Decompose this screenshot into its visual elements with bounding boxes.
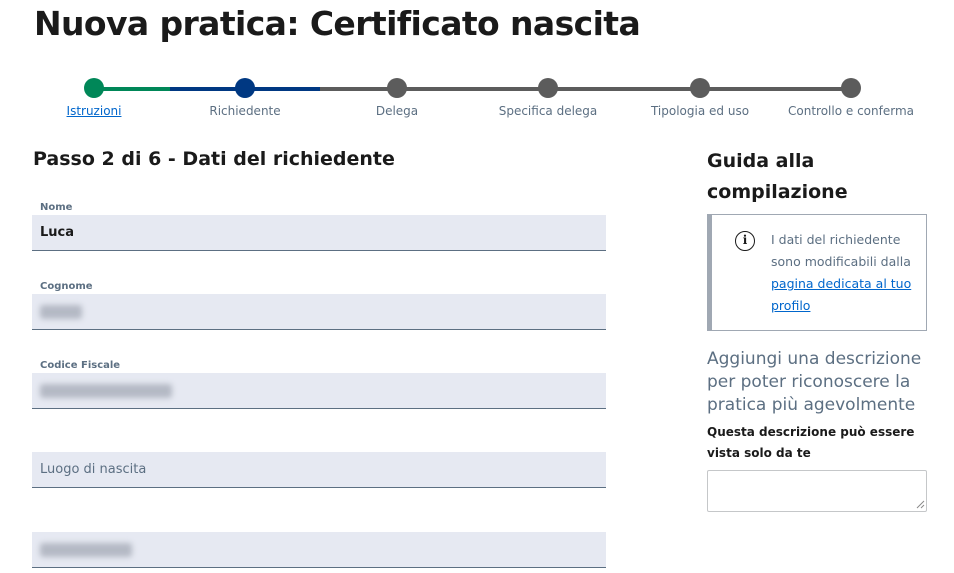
cognome-input[interactable] [32, 294, 606, 330]
description-hint: Questa descrizione può essere vista solo… [707, 425, 915, 460]
luogo-di-nascita-field: Luogo di nascita [32, 438, 606, 488]
field-label [32, 518, 606, 532]
step-dot-richiedente [235, 78, 255, 98]
step-label-specifica-delega: Specifica delega [498, 104, 598, 118]
field-value: Luca [40, 225, 75, 240]
callout-message: I dati del richiedente sono modificabili… [771, 232, 911, 269]
guide-title: Guida alla compilazione [707, 150, 848, 203]
step-label-delega: Delega [375, 104, 419, 118]
step-dot-tipologia-ed-uso [690, 78, 710, 98]
field-label: Cognome [40, 281, 93, 292]
page-title: Nuova pratica: Certificato nascita [34, 4, 641, 43]
redacted-value [40, 304, 82, 319]
description-title: Aggiungi una descrizione per poter ricon… [707, 349, 922, 415]
field-label: Nome [40, 202, 73, 213]
step-dot-delega [387, 78, 407, 98]
step-label-richiedente: Richiedente [209, 104, 281, 118]
step-dot-controllo-e-conferma [841, 78, 861, 98]
redacted-value [40, 383, 172, 398]
nome-field: Nome Luca [32, 201, 606, 251]
profile-link[interactable]: pagina dedicata al tuo profilo [771, 276, 911, 313]
description-textarea[interactable] [707, 470, 927, 512]
nome-input[interactable]: Luca [32, 215, 606, 251]
luogo-di-nascita-input[interactable]: Luogo di nascita [32, 452, 606, 488]
step-dot-specifica-delega [538, 78, 558, 98]
cognome-field: Cognome [32, 280, 606, 330]
field-label: Codice Fiscale [40, 360, 121, 371]
redacted-value [40, 542, 132, 557]
codice-fiscale-input[interactable] [32, 373, 606, 409]
info-callout: i I dati del richiedente sono modificabi… [707, 214, 927, 331]
step-label-istruzioni[interactable]: Istruzioni [67, 104, 122, 118]
resize-grip-icon[interactable] [916, 500, 925, 509]
step-connector-1 [94, 87, 170, 91]
redacted-field [32, 518, 606, 568]
step-label-controllo-e-conferma: Controllo e conferma [788, 104, 914, 118]
step-dot-istruzioni[interactable] [84, 78, 104, 98]
progress-stepper: Istruzioni Richiedente Delega Specifica … [0, 75, 954, 125]
codice-fiscale-field: Codice Fiscale [32, 359, 606, 409]
field-placeholder: Luogo di nascita [40, 462, 147, 477]
callout-text: I dati del richiedente sono modificabili… [771, 229, 921, 317]
redacted-input[interactable] [32, 532, 606, 568]
field-label [32, 438, 606, 452]
step-label-tipologia-ed-uso: Tipologia ed uso [650, 104, 750, 118]
info-icon: i [735, 231, 755, 251]
section-title: Passo 2 di 6 - Dati del richiedente [33, 148, 395, 170]
